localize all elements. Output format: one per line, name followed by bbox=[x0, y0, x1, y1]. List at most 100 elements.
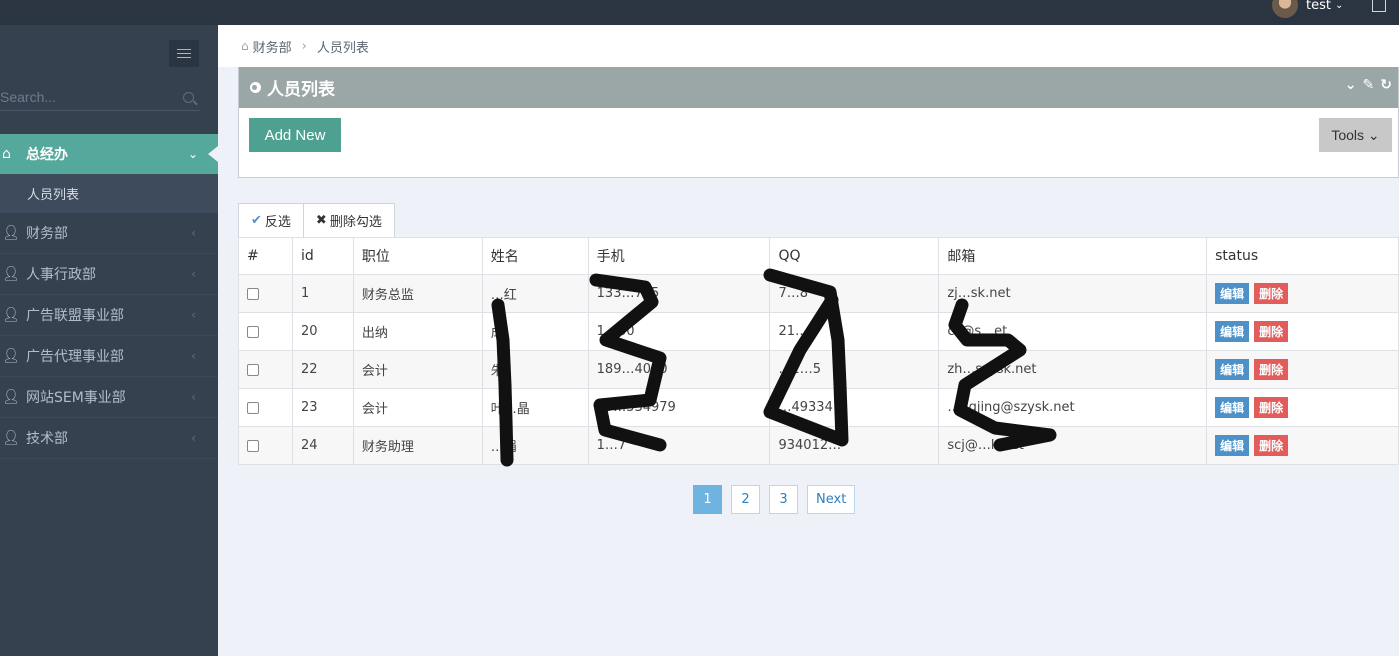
cell-name: 叶…晶 bbox=[481, 388, 589, 427]
user-icon: 👤︎ bbox=[2, 266, 20, 282]
delete-button[interactable]: 删除 bbox=[1254, 321, 1289, 342]
row-checkbox[interactable] bbox=[247, 363, 259, 376]
username: test bbox=[1306, 0, 1331, 13]
page-button-2[interactable]: 2 bbox=[731, 485, 760, 514]
chevron-right-icon: › bbox=[301, 38, 307, 54]
row-checkbox[interactable] bbox=[247, 325, 259, 338]
sidebar-item-sem[interactable]: 👤︎ 网站SEM事业部 ‹ bbox=[0, 377, 218, 418]
cell-phone: 15…534979 bbox=[587, 388, 771, 427]
row-checkbox[interactable] bbox=[247, 439, 259, 452]
row-checkbox[interactable] bbox=[247, 287, 259, 300]
delete-button[interactable]: 删除 bbox=[1254, 283, 1289, 304]
home-icon: ⌂ bbox=[241, 39, 249, 53]
page-button-1[interactable]: 1 bbox=[693, 485, 722, 514]
edit-button[interactable]: 编辑 bbox=[1215, 397, 1250, 418]
cell-name: 成 bbox=[481, 312, 589, 351]
sidebar-item-general-office[interactable]: ⌂ 总经办 ⌄ bbox=[0, 134, 218, 174]
cell-qq: 7…8 bbox=[769, 274, 940, 313]
chevron-down-icon: ⌄ bbox=[1334, 0, 1344, 11]
sidebar-item-label: 总经办 bbox=[26, 147, 68, 163]
column-header: id bbox=[291, 237, 354, 275]
cell-position: 出纳 bbox=[352, 312, 483, 351]
collapse-icon[interactable]: ⌄ bbox=[1345, 77, 1357, 93]
column-header: 邮箱 bbox=[938, 237, 1208, 275]
user-icon: 👤︎ bbox=[2, 389, 20, 405]
cell-email: zh…szysk.net bbox=[938, 350, 1208, 389]
cell-name: …娟 bbox=[481, 426, 589, 465]
row-checkbox[interactable] bbox=[247, 401, 259, 414]
cell-qq: 21…7 bbox=[769, 312, 940, 351]
delete-button[interactable]: 删除 bbox=[1254, 397, 1289, 418]
page-button-3[interactable]: 3 bbox=[769, 485, 798, 514]
cell-phone: 189…4020 bbox=[587, 350, 771, 389]
sidebar-item-ad-alliance[interactable]: 👤︎ 广告联盟事业部 ‹ bbox=[0, 295, 218, 336]
table-row: 1 财务总监 …红 133…725 7…8 zj…sk.net 编辑 删除 bbox=[238, 274, 1399, 313]
sidebar: ⌂ 总经办 ⌄ 人员列表 👤︎ 财务部 ‹ 👤︎ 人事行政部 ‹ 👤︎ 广告联盟… bbox=[0, 25, 218, 656]
user-menu[interactable]: test ⌄ bbox=[1272, 0, 1343, 18]
cell-id: 22 bbox=[291, 350, 354, 389]
add-new-button[interactable]: Add New bbox=[249, 118, 341, 152]
chevron-left-icon: ‹ bbox=[191, 267, 196, 281]
edit-button[interactable]: 编辑 bbox=[1215, 359, 1250, 380]
chevron-left-icon: ‹ bbox=[191, 390, 196, 404]
refresh-icon[interactable]: ↻ bbox=[1380, 77, 1392, 93]
bulk-actions: ✔ 反选 ✖ 删除勾选 bbox=[238, 203, 395, 238]
chevron-down-icon: ⌄ bbox=[187, 147, 198, 161]
sidebar-item-tech[interactable]: 👤︎ 技术部 ‹ bbox=[0, 418, 218, 459]
tools-label: Tools bbox=[1331, 126, 1365, 143]
cell-name: 朱 bbox=[481, 350, 589, 389]
delete-button[interactable]: 删除 bbox=[1254, 435, 1289, 456]
cell-position: 财务总监 bbox=[352, 274, 483, 313]
next-page-button[interactable]: Next bbox=[807, 485, 856, 514]
wrench-icon[interactable]: ✎ bbox=[1363, 77, 1375, 93]
cell-phone: 1…7 bbox=[587, 426, 771, 465]
column-header: # bbox=[238, 237, 293, 275]
cell-qq: …49334 bbox=[769, 388, 940, 427]
search-icon[interactable] bbox=[183, 92, 194, 103]
breadcrumb: ⌂ 财务部 › 人员列表 bbox=[218, 25, 1399, 67]
pagination: 1 2 3 Next bbox=[693, 485, 856, 514]
top-bar: test ⌄ bbox=[0, 0, 1399, 25]
cell-email: …ngjing@szysk.net bbox=[938, 388, 1208, 427]
search-input[interactable] bbox=[0, 85, 180, 109]
invert-selection-label: 反选 bbox=[264, 215, 291, 230]
chevron-left-icon: ‹ bbox=[191, 431, 196, 445]
logout-icon[interactable] bbox=[1372, 0, 1386, 12]
cell-phone: 133…725 bbox=[587, 274, 771, 313]
sidebar-item-label: 财务部 bbox=[26, 226, 68, 242]
cell-email: zj…sk.net bbox=[938, 274, 1208, 313]
user-icon: 👤︎ bbox=[2, 430, 20, 446]
portlet-tools: ⌄ ✎ ↻ bbox=[1345, 77, 1392, 93]
sidebar-item-finance[interactable]: 👤︎ 财务部 ‹ bbox=[0, 213, 218, 254]
user-icon: 👤︎ bbox=[2, 307, 20, 323]
cell-id: 1 bbox=[291, 274, 354, 313]
cell-name: …红 bbox=[481, 274, 589, 313]
chevron-left-icon: ‹ bbox=[191, 349, 196, 363]
chevron-left-icon: ‹ bbox=[191, 226, 196, 240]
sidebar-subitem-staff-list[interactable]: 人员列表 bbox=[0, 174, 218, 213]
column-header: status bbox=[1206, 237, 1399, 275]
column-header: 职位 bbox=[352, 237, 483, 275]
column-header: QQ bbox=[769, 237, 940, 275]
tools-dropdown-button[interactable]: Tools ⌄ bbox=[1319, 118, 1392, 152]
breadcrumb-item-staff-list: 人员列表 bbox=[316, 40, 369, 56]
sidebar-item-label: 广告联盟事业部 bbox=[26, 308, 124, 324]
edit-button[interactable]: 编辑 bbox=[1215, 283, 1250, 304]
delete-button[interactable]: 删除 bbox=[1254, 359, 1289, 380]
delete-selected-button[interactable]: ✖ 删除勾选 bbox=[303, 203, 395, 238]
invert-selection-button[interactable]: ✔ 反选 bbox=[238, 203, 304, 238]
sidebar-item-label: 网站SEM事业部 bbox=[26, 390, 126, 406]
sidebar-item-label: 技术部 bbox=[26, 431, 68, 447]
cell-qq: 934012… bbox=[769, 426, 940, 465]
column-header: 手机 bbox=[587, 237, 771, 275]
sidebar-item-hr[interactable]: 👤︎ 人事行政部 ‹ bbox=[0, 254, 218, 295]
table-header-row: # id 职位 姓名 手机 QQ 邮箱 status bbox=[238, 237, 1399, 275]
avatar bbox=[1272, 0, 1298, 18]
sidebar-item-ad-agency[interactable]: 👤︎ 广告代理事业部 ‹ bbox=[0, 336, 218, 377]
sidebar-toggle-button[interactable] bbox=[169, 40, 199, 67]
edit-button[interactable]: 编辑 bbox=[1215, 435, 1250, 456]
column-header: 姓名 bbox=[481, 237, 589, 275]
breadcrumb-item-finance[interactable]: 财务部 bbox=[253, 37, 292, 56]
edit-button[interactable]: 编辑 bbox=[1215, 321, 1250, 342]
table-row: 22 会计 朱 189…4020 …2…5 zh…szysk.net 编辑 删除 bbox=[238, 350, 1399, 389]
